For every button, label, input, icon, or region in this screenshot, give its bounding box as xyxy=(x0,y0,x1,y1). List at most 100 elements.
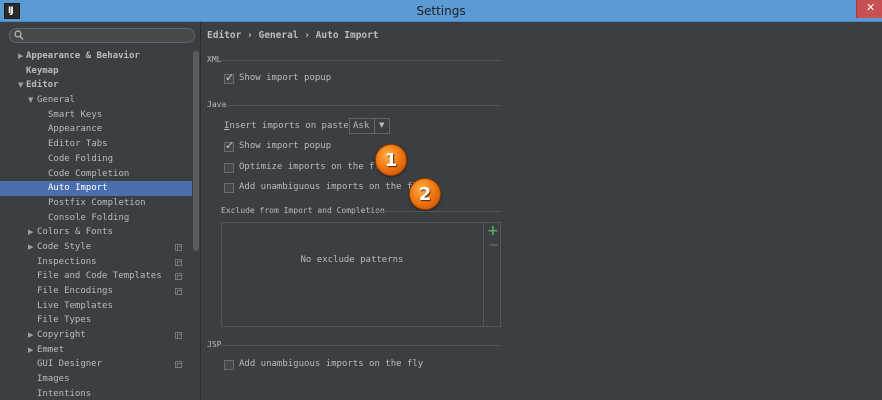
tree-item-emmet[interactable]: ▶ Emmet xyxy=(0,343,192,358)
tree-item-label: Keymap xyxy=(26,65,59,76)
tree-item-smart-keys[interactable]: Smart Keys xyxy=(0,108,192,123)
tree-item-label: Live Templates xyxy=(37,300,113,311)
close-button[interactable]: ✕ xyxy=(856,0,882,18)
tree-item-label: Code Folding xyxy=(48,153,114,164)
tree-item-label: Colors & Fonts xyxy=(37,227,113,238)
checkbox[interactable]: ✓ xyxy=(224,139,234,152)
checkbox-label: Add unambiguous imports on the fly xyxy=(239,182,424,192)
chevron-down-icon: ▼ xyxy=(379,121,385,129)
settings-sidebar: ▶ Appearance & Behavior Keymap ▼ Editor ▼ Gene… xyxy=(0,22,201,400)
tree-item-code-completion[interactable]: Code Completion xyxy=(0,167,192,182)
section-title-exclude: Exclude from Import and Completion xyxy=(221,206,385,215)
settings-content: Editor › General › Auto Import XML ✓ Sho… xyxy=(201,22,882,400)
expand-arrow-closed-icon[interactable]: ▶ xyxy=(18,49,23,64)
tree-item-label: GUI Designer xyxy=(37,359,103,370)
section-separator xyxy=(221,60,500,61)
tree-item-colors-fonts[interactable]: ▶ Colors & Fonts xyxy=(0,225,192,240)
tree-item-file-types[interactable]: File Types xyxy=(0,313,192,328)
tree-item-appearance-behavior[interactable]: ▶ Appearance & Behavior xyxy=(0,49,192,64)
project-level-icon xyxy=(175,258,182,266)
tree-item-code-folding[interactable]: Code Folding xyxy=(0,152,192,167)
tree-item-label: Smart Keys xyxy=(48,109,103,120)
checkbox[interactable]: ✓ xyxy=(224,71,234,84)
tree-item-label: Editor Tabs xyxy=(48,139,108,150)
expand-arrow-closed-icon[interactable]: ▶ xyxy=(28,240,33,255)
insert-imports-label-text: nsert imports on paste: xyxy=(229,121,355,131)
tree-item-label: File Types xyxy=(37,315,92,326)
callout-badge-2: 2 xyxy=(409,178,441,210)
jsp-add-unambiguous-imports[interactable]: Add unambiguous imports on the fly xyxy=(224,358,424,372)
section-title-java: Java xyxy=(207,100,227,109)
project-level-icon xyxy=(175,361,182,369)
expand-arrow-open-icon[interactable]: ▼ xyxy=(28,93,33,108)
tree-item-code-style[interactable]: ▶ Code Style xyxy=(0,240,192,255)
tree-item-keymap[interactable]: Keymap xyxy=(0,64,192,79)
tree-item-gui-designer[interactable]: GUI Designer xyxy=(0,357,192,372)
badge-number: 2 xyxy=(418,184,432,205)
tree-item-auto-import[interactable]: Auto Import xyxy=(0,181,192,196)
tree-item-label: Auto Import xyxy=(48,183,108,194)
callout-badge-1: 1 xyxy=(375,144,407,176)
xml-show-import-popup[interactable]: ✓ Show import popup xyxy=(224,71,424,86)
checkbox-label: Show import popup xyxy=(239,141,332,151)
tree-item-intentions[interactable]: Intentions xyxy=(0,387,192,400)
project-level-icon xyxy=(175,243,182,251)
dropdown-arrow[interactable]: ▼ xyxy=(374,119,389,133)
search-input[interactable] xyxy=(27,29,187,42)
tree-item-label: Emmet xyxy=(37,344,65,355)
tree-item-copyright[interactable]: ▶ Copyright xyxy=(0,328,192,343)
tree-item-label: Intentions xyxy=(37,388,92,399)
section-title-jsp: JSP xyxy=(207,340,222,349)
section-separator xyxy=(369,211,500,212)
tree-item-label: Postfix Completion xyxy=(48,197,146,208)
tree-item-images[interactable]: Images xyxy=(0,372,192,387)
add-icon[interactable]: + xyxy=(487,223,499,239)
checkbox-label: Show import popup xyxy=(239,73,332,83)
project-level-icon xyxy=(175,273,182,281)
checkbox-label: Add unambiguous imports on the fly xyxy=(239,359,424,369)
tree-item-editor[interactable]: ▼ Editor xyxy=(0,78,192,93)
tree-item-live-templates[interactable]: Live Templates xyxy=(0,299,192,314)
expand-arrow-closed-icon[interactable]: ▶ xyxy=(28,225,33,240)
tree-item-label: Appearance xyxy=(48,124,103,135)
checkbox[interactable] xyxy=(224,360,234,370)
tree-item-label: General xyxy=(37,95,75,106)
tree-item-postfix-completion[interactable]: Postfix Completion xyxy=(0,196,192,211)
empty-list-text: No exclude patterns xyxy=(300,255,404,265)
tree-item-inspections[interactable]: Inspections xyxy=(0,255,192,270)
tree-item-label: Inspections xyxy=(37,256,97,267)
insert-imports-dropdown[interactable]: Ask ▼ xyxy=(349,118,390,134)
tree-item-label: Code Completion xyxy=(48,168,130,179)
tree-item-editor-tabs[interactable]: Editor Tabs xyxy=(0,137,192,152)
expand-arrow-open-icon[interactable]: ▼ xyxy=(18,78,23,93)
checkbox[interactable] xyxy=(224,183,234,193)
search-icon xyxy=(14,30,24,41)
section-separator xyxy=(221,345,500,346)
expand-arrow-closed-icon[interactable]: ▶ xyxy=(28,343,33,358)
expand-arrow-closed-icon[interactable]: ▶ xyxy=(28,328,33,343)
tree-item-appearance[interactable]: Appearance xyxy=(0,122,192,137)
scrollbar-thumb[interactable] xyxy=(193,51,199,251)
insert-imports-label: Insert imports on paste: xyxy=(224,121,354,131)
checkbox-label: Optimize imports on the fly xyxy=(239,162,386,172)
exclude-patterns-list[interactable]: No exclude patterns + − xyxy=(221,222,501,327)
project-level-icon xyxy=(175,332,182,340)
sidebar-scrollbar[interactable] xyxy=(192,49,200,400)
title-bar: IJ Settings ✕ xyxy=(0,0,882,22)
remove-icon[interactable]: − xyxy=(488,238,499,253)
tree-item-label: Appearance & Behavior xyxy=(26,51,140,61)
settings-search[interactable] xyxy=(9,28,195,43)
tree-item-label: File Encodings xyxy=(37,286,113,296)
tree-item-label: Copyright xyxy=(37,330,86,341)
tree-item-label: Code Style xyxy=(37,241,92,252)
tree-item-console-folding[interactable]: Console Folding xyxy=(0,211,192,226)
settings-tree: ▶ Appearance & Behavior Keymap ▼ Editor ▼ Gene… xyxy=(0,49,192,400)
badge-number: 1 xyxy=(384,150,398,171)
project-level-icon xyxy=(175,288,182,295)
java-add-unambiguous-imports[interactable]: Add unambiguous imports on the fly xyxy=(224,181,424,195)
tree-item-file-encodings[interactable]: File Encodings xyxy=(0,284,192,299)
breadcrumb: Editor › General › Auto Import xyxy=(207,30,379,41)
checkbox[interactable] xyxy=(224,163,234,173)
tree-item-general[interactable]: ▼ General xyxy=(0,93,192,108)
tree-item-file-and-code-templates[interactable]: File and Code Templates xyxy=(0,269,192,284)
